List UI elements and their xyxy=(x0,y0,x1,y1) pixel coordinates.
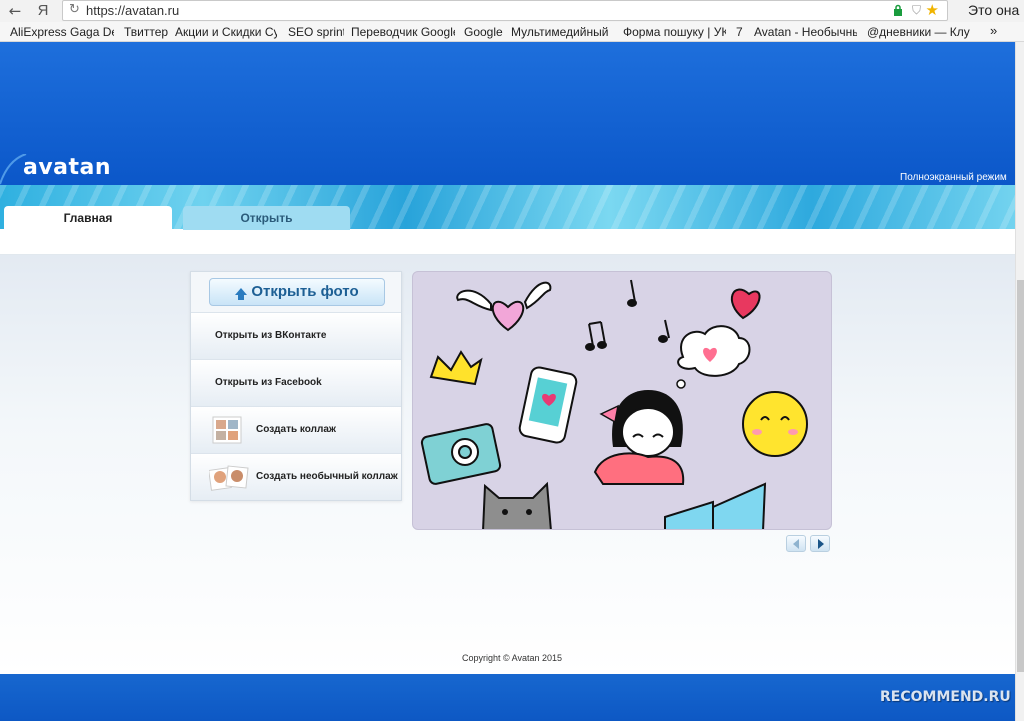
tab-content-bar xyxy=(0,229,1015,255)
shield-icon[interactable]: ⛉ xyxy=(912,3,921,18)
thought-cloud-icon xyxy=(676,325,751,389)
cat-icon xyxy=(482,481,552,529)
tab-open[interactable]: Открыть xyxy=(183,206,350,230)
bookmark-item[interactable]: Avatan - Необычны xyxy=(754,25,857,39)
create-unusual-collage-item[interactable]: Создать необычный коллаж xyxy=(191,453,401,500)
open-photo-button[interactable]: Открыть фото xyxy=(209,278,385,306)
page-scrollbar[interactable] xyxy=(1015,42,1024,721)
watermark-text: RECOMMEND.RU xyxy=(880,689,1011,705)
smiling-sun-icon xyxy=(742,391,808,457)
bookmark-item[interactable]: 7 xyxy=(736,25,746,39)
girl-character xyxy=(593,390,685,485)
camera-icon xyxy=(420,423,502,485)
browser-toolbar: ← Я ↻ https://avatan.ru ⛉ ★ Это она xyxy=(0,0,1024,22)
profile-name[interactable]: Это она xyxy=(962,0,1024,20)
bookmark-item[interactable]: Переводчик Google xyxy=(351,25,455,39)
promo-slideshow[interactable] xyxy=(412,271,832,530)
bookmarks-overflow-icon[interactable]: » xyxy=(990,23,997,38)
address-bar[interactable]: ↻ https://avatan.ru ⛉ ★ xyxy=(62,0,948,21)
open-from-facebook-item[interactable]: Открыть из Facebook xyxy=(191,359,401,406)
back-arrow-icon[interactable]: ← xyxy=(6,2,24,20)
menu-item-label: Открыть из Facebook xyxy=(215,377,322,388)
yandex-icon[interactable]: Я xyxy=(34,2,52,20)
open-photo-label: Открыть фото xyxy=(251,283,359,300)
upload-arrow-icon xyxy=(235,287,248,300)
open-from-vk-item[interactable]: Открыть из ВКонтакте xyxy=(191,312,401,359)
bookmark-item[interactable]: Твиттер xyxy=(124,25,168,39)
create-collage-item[interactable]: Создать коллаж xyxy=(191,406,401,453)
open-menu-panel: Открыть фото Открыть из ВКонтакте Открыт… xyxy=(190,271,402,501)
menu-item-label: Создать необычный коллаж xyxy=(256,471,398,482)
bookmark-item[interactable]: Акции и Скидки Суп xyxy=(175,25,277,39)
crown-icon xyxy=(429,350,483,386)
site-footer xyxy=(0,674,1015,721)
copyright-text: Copyright © Avatan 2015 xyxy=(461,653,563,663)
bookmark-item[interactable]: Google xyxy=(464,25,504,39)
bow-icon xyxy=(664,482,767,529)
doodle-illustration xyxy=(420,279,808,529)
striped-heart-icon xyxy=(731,288,761,320)
music-note-icon xyxy=(585,279,670,351)
scrollbar-thumb[interactable] xyxy=(1017,280,1024,672)
slide-next-button[interactable] xyxy=(810,535,830,552)
bookmark-item[interactable]: Мультимедийный ф xyxy=(511,25,612,39)
unusual-collage-icon xyxy=(209,465,249,491)
site-header: avatan Полноэкранный режим xyxy=(0,42,1015,185)
bookmark-item[interactable]: @дневники — Клуб xyxy=(867,25,970,39)
page-viewport: avatan Полноэкранный режим Главная Откры… xyxy=(0,42,1015,721)
site-logo[interactable]: avatan xyxy=(23,155,111,180)
bookmark-star-icon[interactable]: ★ xyxy=(926,1,939,19)
address-text[interactable]: https://avatan.ru xyxy=(86,3,179,18)
bookmark-item[interactable]: SEO sprint xyxy=(288,25,344,39)
phone-icon xyxy=(518,366,578,444)
menu-item-label: Создать коллаж xyxy=(256,424,336,435)
lock-icon xyxy=(894,4,902,16)
collage-icon xyxy=(212,416,242,444)
slide-prev-button[interactable] xyxy=(786,535,806,552)
fullscreen-link[interactable]: Полноэкранный режим xyxy=(900,172,1007,183)
tab-main[interactable]: Главная xyxy=(4,206,172,230)
menu-item-label: Открыть из ВКонтакте xyxy=(215,330,327,341)
bookmark-item[interactable]: AliExpress Gaga Deal xyxy=(10,25,114,39)
reload-icon[interactable]: ↻ xyxy=(69,2,80,17)
winged-heart-icon xyxy=(456,281,552,332)
bookmarks-bar: AliExpress Gaga Deal Твиттер Акции и Ски… xyxy=(0,22,1024,42)
bookmark-item[interactable]: Форма пошуку | УКР xyxy=(623,25,726,39)
